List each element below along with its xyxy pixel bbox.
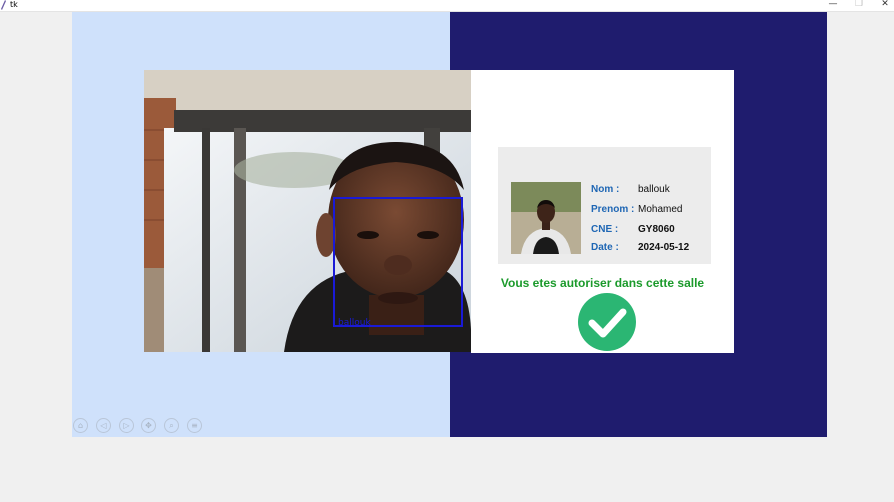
home-icon[interactable]: ⌂ (73, 418, 88, 433)
nom-label: Nom : (591, 184, 620, 195)
date-value: 2024-05-12 (638, 242, 690, 253)
prenom-label: Prenom : (591, 204, 635, 215)
cne-label: CNE : (591, 224, 619, 235)
maximize-button[interactable]: ❐ (848, 0, 870, 11)
zoom-icon[interactable]: ⌕ (164, 418, 179, 433)
close-button[interactable]: ✕ (874, 0, 894, 11)
pan-icon[interactable]: ✥ (141, 418, 156, 433)
student-photo (511, 182, 581, 254)
nom-value: ballouk (638, 184, 670, 195)
window-title: tk (10, 0, 18, 9)
tk-feather-icon (1, 0, 6, 10)
settings-icon[interactable]: ≡ (187, 418, 202, 433)
checkmark-icon (578, 293, 636, 351)
main-area: ballouk Nom : ballouk Prenom : Mohamed C… (0, 12, 894, 502)
date-label: Date : (591, 242, 619, 253)
face-label: ballouk (338, 318, 371, 328)
back-icon[interactable]: ◁ (96, 418, 111, 433)
student-photo-image (511, 182, 581, 254)
forward-icon[interactable]: ▷ (119, 418, 134, 433)
face-detection-box (333, 197, 463, 327)
prenom-value: Mohamed (638, 204, 683, 215)
minimize-button[interactable]: — (822, 0, 844, 11)
camera-feed: ballouk (144, 70, 471, 352)
title-bar: tk — ❐ ✕ (0, 0, 894, 12)
info-panel: Nom : ballouk Prenom : Mohamed CNE : GY8… (471, 70, 734, 353)
access-granted-message: Vous etes autoriser dans cette salle (500, 276, 705, 290)
cne-value: GY8060 (638, 224, 675, 235)
student-card: Nom : ballouk Prenom : Mohamed CNE : GY8… (498, 147, 711, 264)
